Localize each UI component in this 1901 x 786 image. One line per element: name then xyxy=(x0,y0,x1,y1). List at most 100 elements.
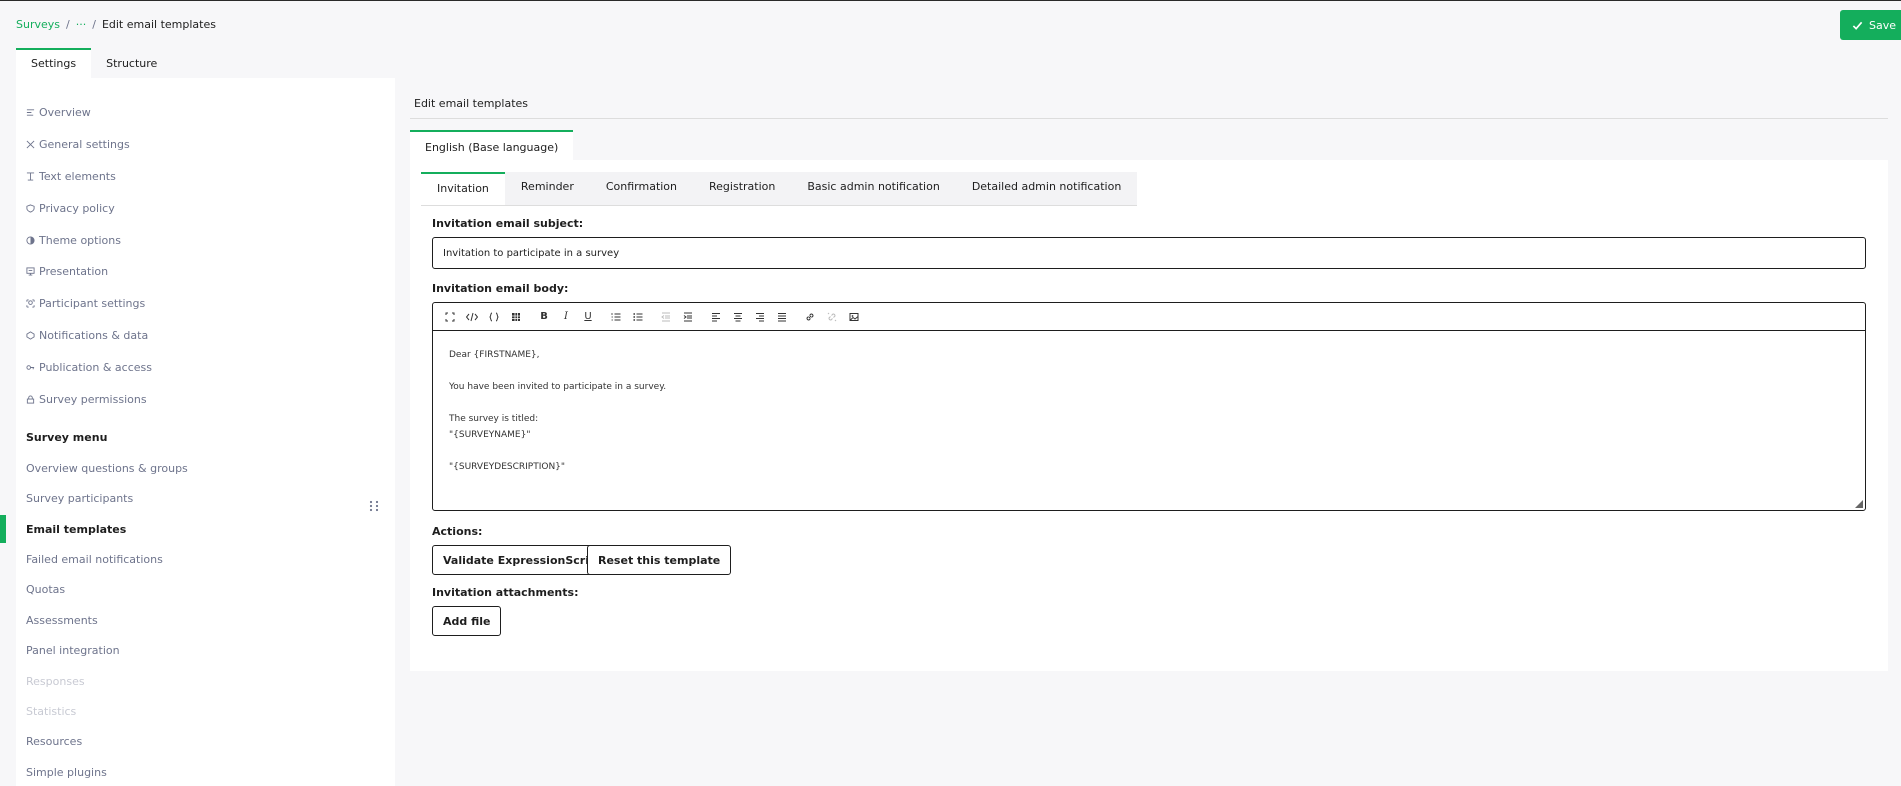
tab-structure[interactable]: Structure xyxy=(91,48,173,79)
bullet-list-icon[interactable] xyxy=(627,306,649,328)
body-label: Invitation email body: xyxy=(432,282,569,295)
underline-icon[interactable]: U xyxy=(577,306,599,328)
body-line: The survey is titled: xyxy=(449,414,539,424)
body-line: "{SURVEYNAME}" xyxy=(449,430,531,440)
editor-toolbar: B I U xyxy=(433,303,1865,331)
menu-item-panel-integration[interactable]: Panel integration xyxy=(26,644,120,657)
menu-item-resources[interactable]: Resources xyxy=(26,735,82,748)
indent-icon[interactable] xyxy=(677,306,699,328)
align-right-icon[interactable] xyxy=(749,306,771,328)
sidebar-item-privacy-policy[interactable]: Privacy policy xyxy=(26,202,115,215)
image-icon[interactable] xyxy=(843,306,865,328)
align-justify-icon[interactable] xyxy=(771,306,793,328)
menu-item-responses: Responses xyxy=(26,675,85,688)
sidebar-item-general-settings[interactable]: General settings xyxy=(26,138,130,151)
italic-icon[interactable]: I xyxy=(555,306,577,328)
tab-registration[interactable]: Registration xyxy=(693,172,791,205)
breadcrumb-current: Edit email templates xyxy=(101,18,216,31)
save-button-label: Save xyxy=(1869,18,1897,32)
subject-label: Invitation email subject: xyxy=(432,217,584,230)
top-border xyxy=(0,0,1901,1)
sidebar-item-label: Privacy policy xyxy=(39,202,115,215)
actions-label: Actions: xyxy=(432,525,483,538)
overview-icon xyxy=(26,109,35,116)
menu-item-statistics: Statistics xyxy=(26,705,77,718)
menu-item-quotas[interactable]: Quotas xyxy=(26,583,65,596)
table-icon[interactable] xyxy=(505,306,527,328)
body-line-blank xyxy=(449,395,1849,411)
body-line-blank xyxy=(449,443,1849,459)
bold-icon[interactable]: B xyxy=(533,306,555,328)
link-icon[interactable] xyxy=(799,306,821,328)
source-code-icon[interactable] xyxy=(461,306,483,328)
survey-menu-title: Survey menu xyxy=(26,431,108,444)
body-line: Dear {FIRSTNAME}, xyxy=(449,350,540,360)
drag-handle-icon[interactable] xyxy=(368,499,380,513)
sidebar-item-participant-settings[interactable]: Participant settings xyxy=(26,297,145,310)
tab-settings[interactable]: Settings xyxy=(16,48,92,79)
email-body-editor[interactable]: B I U Dear {FIRSTNAME}, You have been in… xyxy=(432,302,1866,511)
sidebar-item-label: Overview xyxy=(39,106,91,119)
reset-template-button[interactable]: Reset this template xyxy=(587,545,732,575)
breadcrumb-separator: / xyxy=(92,18,96,31)
menu-item-failed-email-notifications[interactable]: Failed email notifications xyxy=(26,553,163,566)
sidebar-item-publication-access[interactable]: Publication & access xyxy=(26,361,152,374)
menu-item-assessments[interactable]: Assessments xyxy=(26,614,98,627)
menu-item-survey-participants[interactable]: Survey participants xyxy=(26,492,133,505)
sidebar-item-label: Presentation xyxy=(39,265,109,278)
resize-handle-icon[interactable] xyxy=(1855,500,1863,508)
save-button[interactable]: Save xyxy=(1840,10,1901,40)
template-tabs: Invitation Reminder Confirmation Registr… xyxy=(421,172,1138,206)
tab-basic-admin-notification[interactable]: Basic admin notification xyxy=(791,172,955,205)
header-divider xyxy=(410,118,1888,119)
lock-icon xyxy=(26,395,35,404)
tab-language-english[interactable]: English (Base language) xyxy=(410,130,574,163)
tab-reminder[interactable]: Reminder xyxy=(505,172,590,205)
tab-detailed-admin-notification[interactable]: Detailed admin notification xyxy=(956,172,1137,205)
sidebar-item-theme-options[interactable]: Theme options xyxy=(26,234,121,247)
maximize-icon[interactable] xyxy=(439,306,461,328)
sidebar-item-overview[interactable]: Overview xyxy=(26,106,91,119)
menu-item-email-templates[interactable]: Email templates xyxy=(26,523,126,536)
subject-input[interactable] xyxy=(432,237,1866,269)
outdent-icon xyxy=(655,306,677,328)
body-line: You have been invited to participate in … xyxy=(449,382,667,392)
breadcrumb-surveys-link[interactable]: Surveys xyxy=(16,18,60,31)
add-file-button[interactable]: Add file xyxy=(432,606,502,636)
participant-icon xyxy=(26,299,35,308)
template-panel: Invitation Reminder Confirmation Registr… xyxy=(410,160,1888,671)
page-title: Edit email templates xyxy=(414,97,529,110)
tab-invitation[interactable]: Invitation xyxy=(421,172,505,205)
key-icon xyxy=(26,365,35,370)
numbered-list-icon[interactable] xyxy=(605,306,627,328)
sidebar-item-notifications-data[interactable]: Notifications & data xyxy=(26,329,148,342)
palette-icon xyxy=(26,236,35,245)
align-left-icon[interactable] xyxy=(705,306,727,328)
sidebar-item-label: General settings xyxy=(39,138,130,151)
shield-icon xyxy=(26,204,35,213)
text-icon xyxy=(26,172,35,181)
check-icon xyxy=(1852,21,1863,30)
notification-icon xyxy=(26,331,35,340)
breadcrumb-ellipsis-link[interactable]: ··· xyxy=(76,18,87,31)
sidebar-item-label: Notifications & data xyxy=(39,329,149,342)
sidebar-item-label: Theme options xyxy=(39,234,121,247)
breadcrumb-separator: / xyxy=(66,18,70,31)
attachments-label: Invitation attachments: xyxy=(432,586,579,599)
sidebar-item-label: Survey permissions xyxy=(39,393,147,406)
tools-icon xyxy=(26,140,35,149)
sidebar-item-text-elements[interactable]: Text elements xyxy=(26,170,116,183)
validate-expressionscript-button[interactable]: Validate ExpressionScript xyxy=(432,545,614,575)
menu-item-simple-plugins[interactable]: Simple plugins xyxy=(26,766,107,779)
sidebar-item-survey-permissions[interactable]: Survey permissions xyxy=(26,393,147,406)
unlink-icon xyxy=(821,306,843,328)
body-line: "{SURVEYDESCRIPTION}" xyxy=(449,462,566,472)
tab-confirmation[interactable]: Confirmation xyxy=(590,172,693,205)
editor-content[interactable]: Dear {FIRSTNAME}, You have been invited … xyxy=(433,331,1865,475)
breadcrumb: Surveys / ··· / Edit email templates xyxy=(16,18,216,31)
menu-item-overview-questions-groups[interactable]: Overview questions & groups xyxy=(26,462,188,475)
placeholder-braces-icon[interactable] xyxy=(483,306,505,328)
presentation-icon xyxy=(26,267,35,276)
align-center-icon[interactable] xyxy=(727,306,749,328)
sidebar-item-presentation[interactable]: Presentation xyxy=(26,265,108,278)
